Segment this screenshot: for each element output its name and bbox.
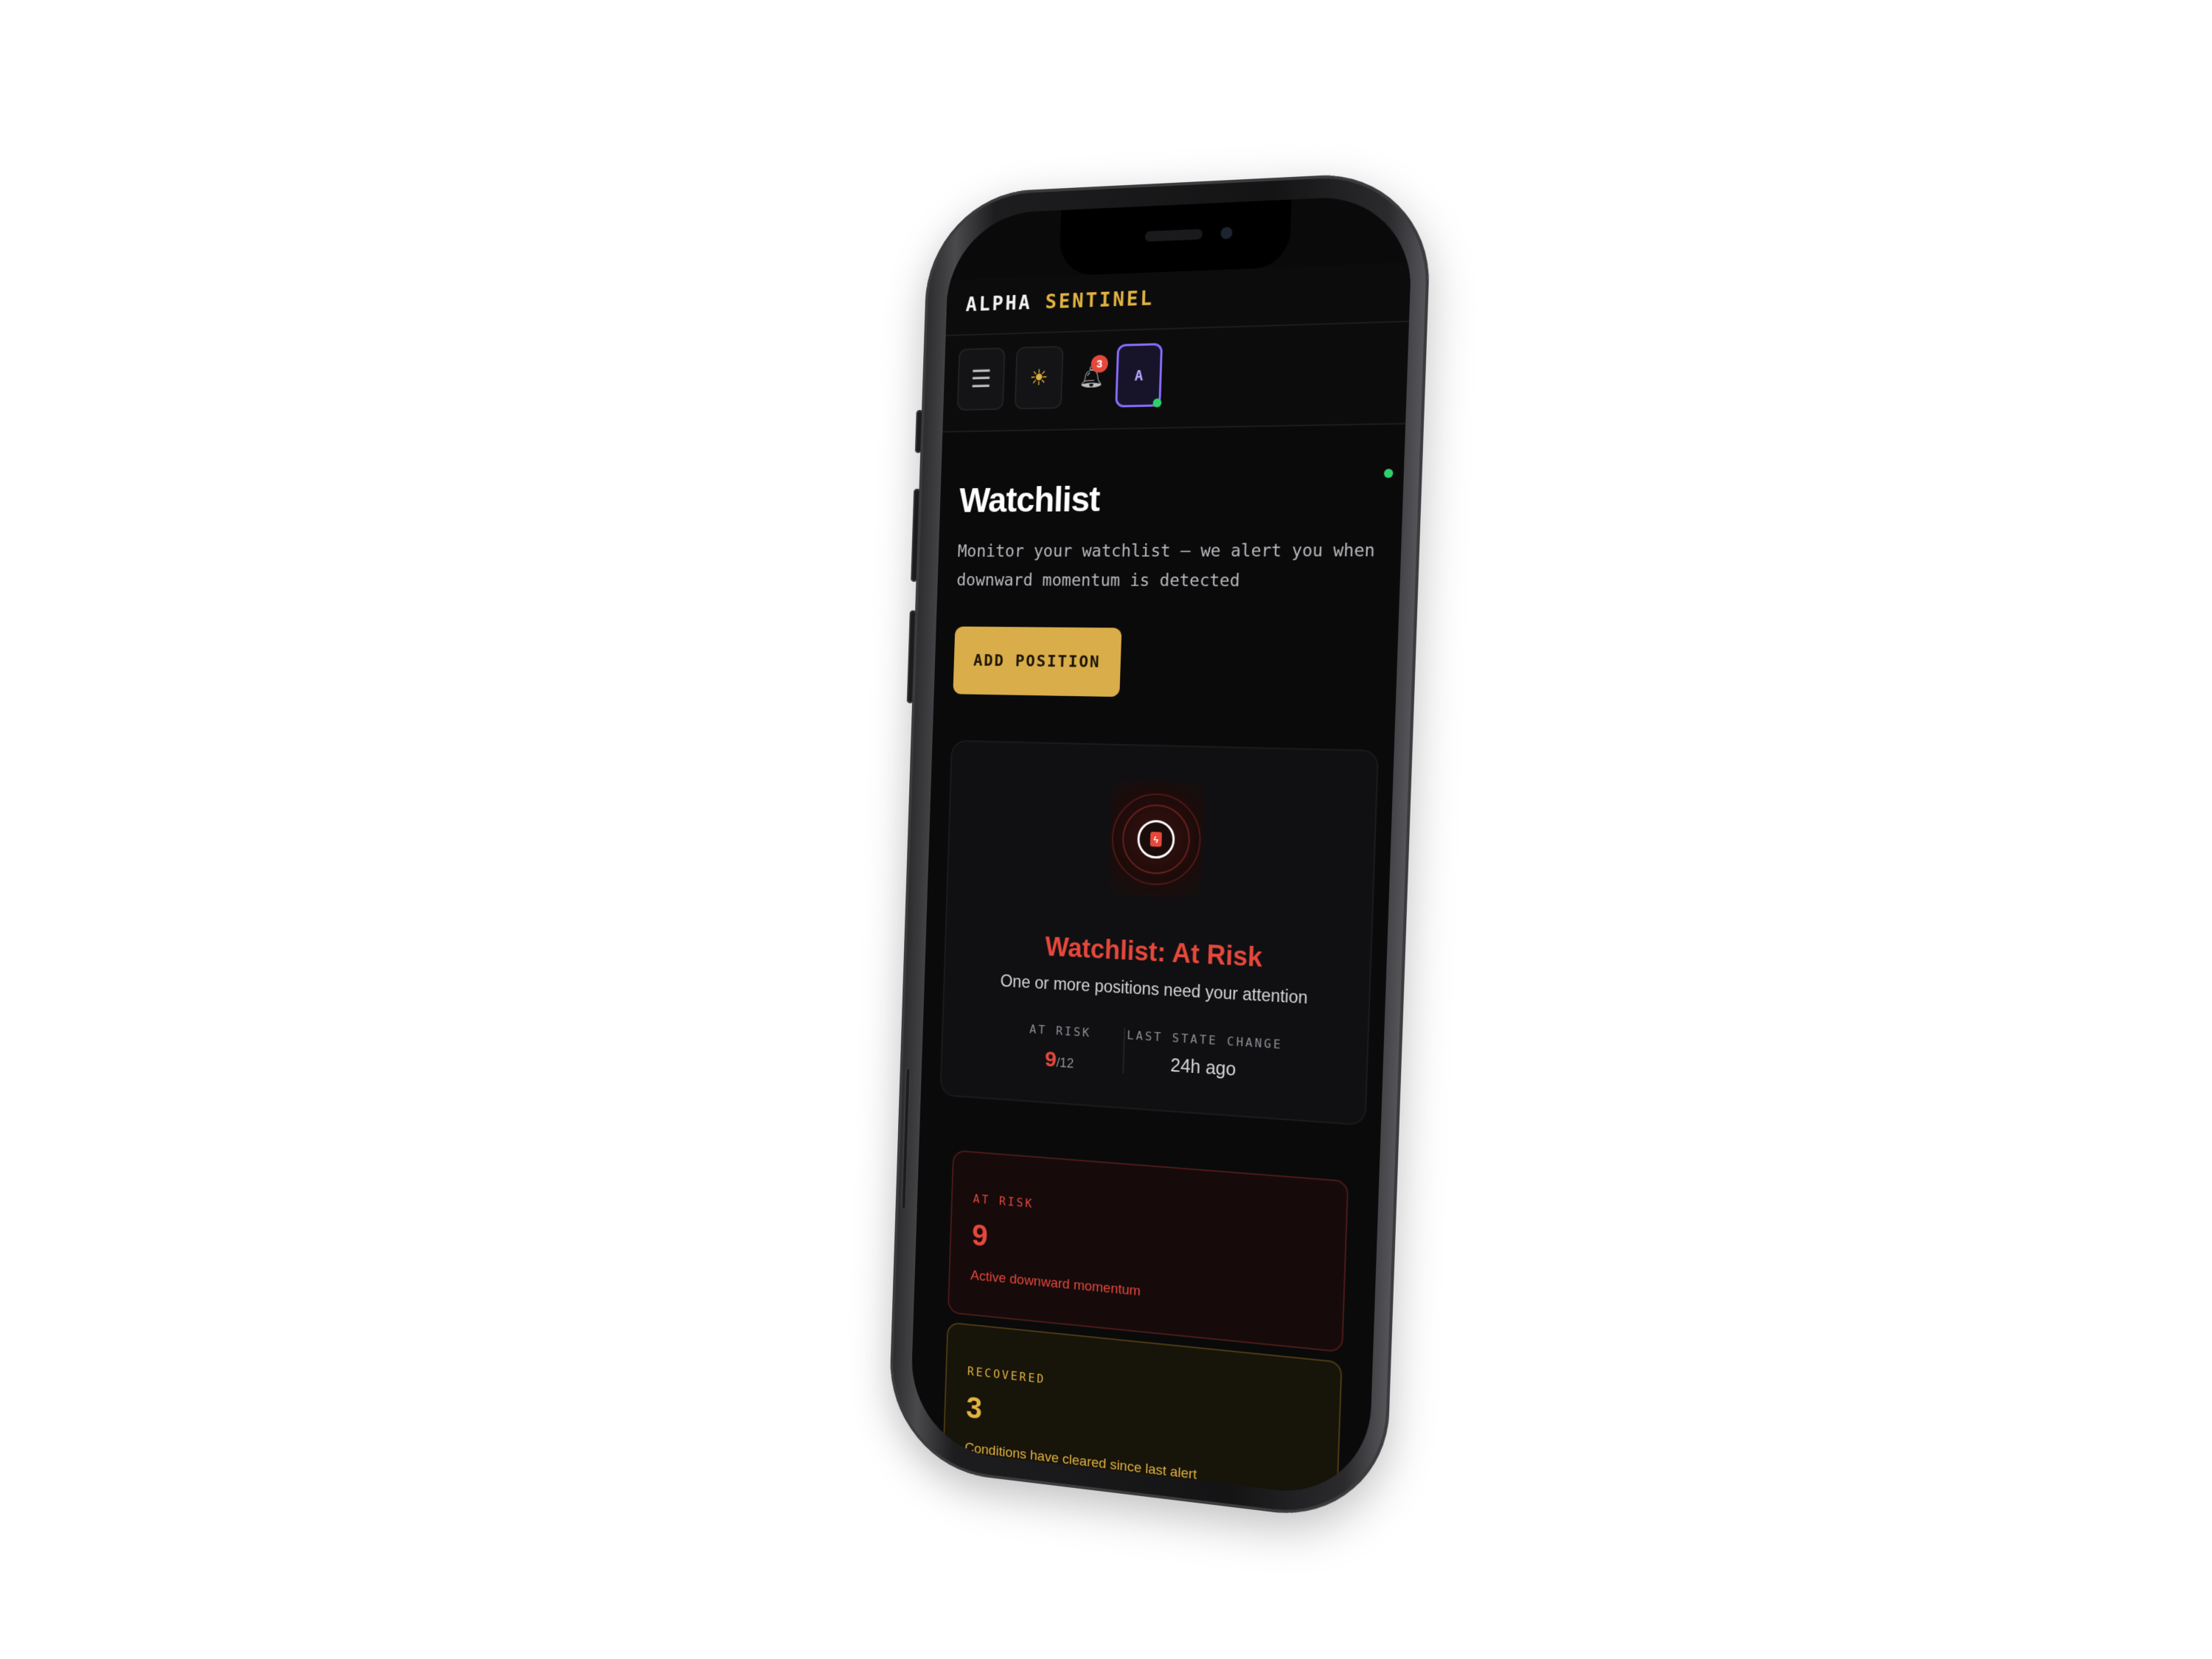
- app-header: ALPHA SENTINEL ☰ ☀ 🔔︎ 3 A: [942, 262, 1411, 433]
- theme-toggle-button[interactable]: ☀: [1014, 345, 1064, 410]
- main-content: Watchlist Monitor your watchlist — we al…: [909, 423, 1405, 1501]
- at-risk-count: 9: [1044, 1047, 1057, 1072]
- avatar-button[interactable]: A: [1115, 343, 1164, 408]
- page-subtitle: Monitor your watchlist — we alert you wh…: [956, 540, 1376, 591]
- at-risk-value: 9/12: [1004, 1045, 1116, 1077]
- notifications-button[interactable]: 🔔︎ 3: [1073, 344, 1110, 408]
- last-change-stat: LAST STATE CHANGE 24h ago: [1122, 1027, 1285, 1085]
- at-risk-total: /12: [1056, 1054, 1074, 1071]
- at-risk-stat: AT RISK 9/12: [1004, 1020, 1117, 1077]
- camera-icon: [1220, 226, 1233, 240]
- header-divider: [945, 320, 1410, 337]
- metric-value: 9: [971, 1217, 989, 1253]
- at-risk-label: AT RISK: [1029, 1022, 1092, 1040]
- menu-icon: ☰: [970, 365, 992, 394]
- watchlist-status-card: ϟ Watchlist: At Risk One or more positio…: [939, 740, 1380, 1127]
- phone-screen: ALPHA SENTINEL ☰ ☀ 🔔︎ 3 A Watchlist Moni…: [909, 193, 1414, 1501]
- risk-radar-graphic: ϟ: [1108, 780, 1205, 899]
- last-change-label: LAST STATE CHANGE: [1127, 1028, 1283, 1052]
- metric-label: RECOVERED: [967, 1364, 1046, 1387]
- recovered-metric-card[interactable]: RECOVERED 3 Conditions have cleared sinc…: [942, 1321, 1343, 1501]
- alert-icon: ϟ: [1150, 832, 1162, 847]
- metric-value: 3: [965, 1390, 983, 1426]
- volume-down-button: [906, 610, 917, 703]
- brand-logo[interactable]: ALPHA SENTINEL: [965, 287, 1154, 316]
- notification-count-badge: 3: [1091, 355, 1109, 373]
- sun-icon: ☀: [1029, 365, 1049, 390]
- notch: [1059, 199, 1292, 276]
- brand-name-part1: ALPHA: [965, 291, 1033, 316]
- volume-up-button: [911, 488, 921, 582]
- last-change-value: 24h ago: [1169, 1054, 1237, 1080]
- page-title: Watchlist: [959, 480, 1101, 521]
- metric-label: AT RISK: [973, 1192, 1034, 1211]
- live-status-indicator: [1383, 468, 1394, 479]
- metric-description: Active downward momentum: [970, 1267, 1141, 1300]
- add-position-button[interactable]: ADD POSITION: [953, 626, 1122, 698]
- metric-description: Conditions have cleared since last alert: [964, 1440, 1197, 1483]
- brand-name-part2: SENTINEL: [1045, 287, 1155, 314]
- menu-button[interactable]: ☰: [956, 347, 1006, 411]
- sim-tray: [900, 1067, 911, 1211]
- online-status-indicator: [1152, 398, 1162, 408]
- mute-switch: [914, 409, 923, 453]
- avatar-initial: A: [1134, 366, 1144, 385]
- mockup-stage: ALPHA SENTINEL ☰ ☀ 🔔︎ 3 A Watchlist Moni…: [0, 0, 2212, 1659]
- at-risk-metric-card[interactable]: AT RISK 9 Active downward momentum: [947, 1150, 1349, 1353]
- speaker: [1144, 229, 1203, 242]
- phone-frame: ALPHA SENTINEL ☰ ☀ 🔔︎ 3 A Watchlist Moni…: [887, 170, 1433, 1526]
